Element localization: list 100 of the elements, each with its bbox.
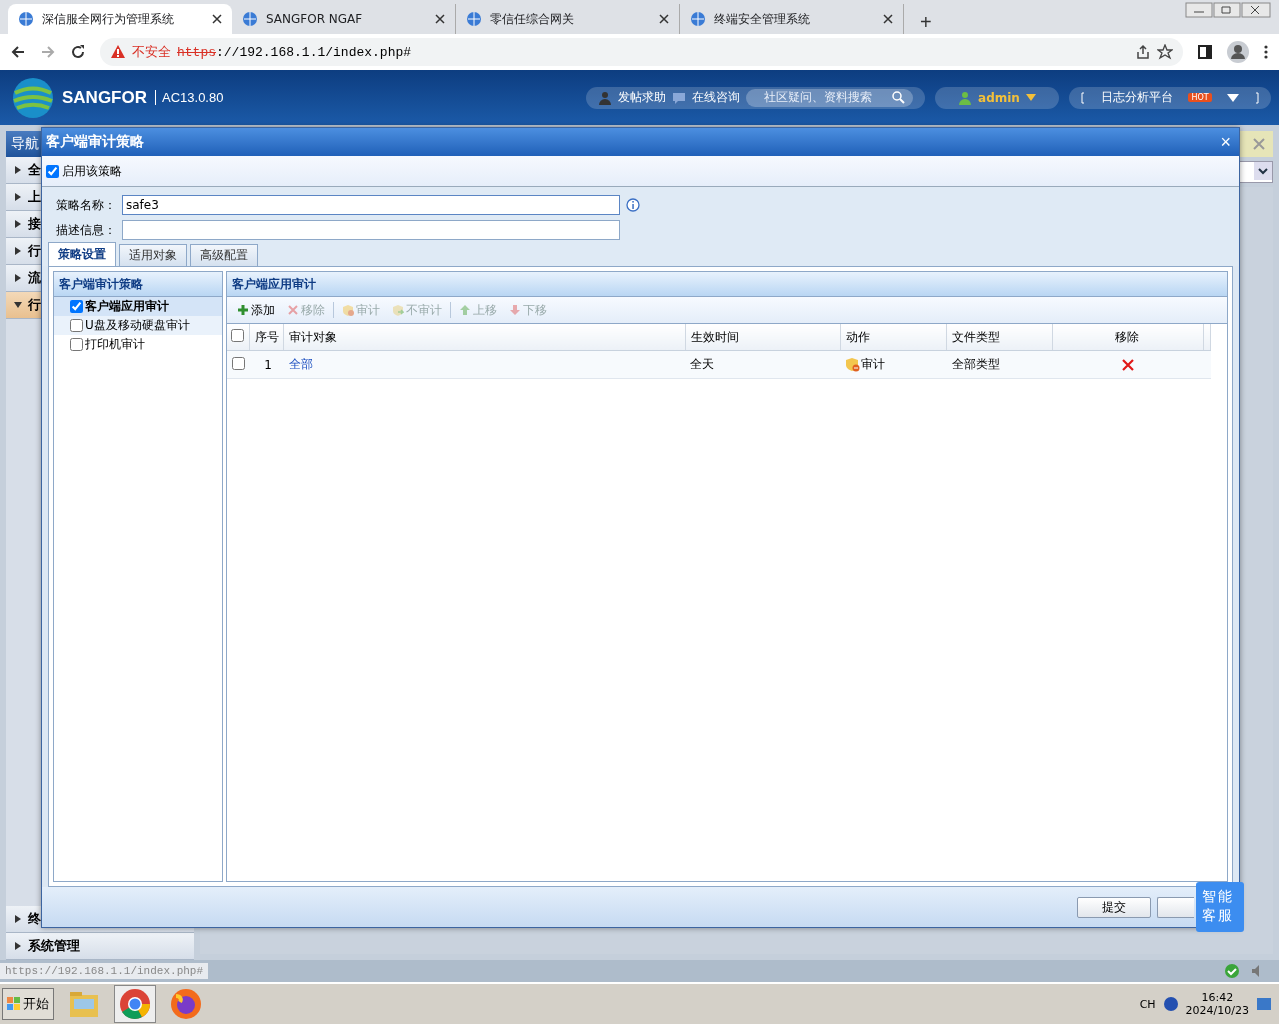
firefox-icon[interactable] (170, 988, 202, 1020)
panel-header: 客户端审计策略 (54, 272, 222, 297)
version-label: AC13.0.80 (155, 90, 224, 105)
checkbox[interactable] (231, 356, 245, 370)
column-header: 序号 (249, 324, 284, 351)
help-link[interactable]: 发帖求助 (618, 89, 666, 106)
globe-icon (18, 11, 34, 27)
column-header: 生效时间 (685, 324, 841, 351)
search-icon[interactable] (892, 91, 905, 104)
policy-item[interactable]: U盘及移动硬盘审计 (54, 316, 222, 335)
check-icon (1225, 964, 1239, 978)
language-indicator[interactable]: CH (1139, 997, 1156, 1011)
table-cell: 全部类型 (946, 350, 1053, 379)
profile-icon[interactable] (1227, 41, 1249, 63)
bracket-left-icon (1081, 91, 1085, 104)
brand-name: SANGFOR (62, 87, 147, 108)
column-header: 动作 (840, 324, 947, 351)
chrome-icon[interactable] (119, 988, 151, 1020)
menu-icon[interactable] (1263, 44, 1269, 60)
checkbox[interactable] (70, 319, 83, 332)
action-label: 审计 (861, 356, 886, 373)
caret-down-icon (14, 301, 22, 309)
table-cell: 1 (249, 350, 284, 379)
dialog-title: 客户端审计策略 (46, 133, 144, 151)
caret-right-icon (14, 915, 22, 923)
tab[interactable]: 高级配置 (190, 244, 258, 266)
caret-right-icon (14, 166, 22, 174)
warning-icon (110, 44, 126, 60)
browser-tab[interactable]: 深信服全网行为管理系统 (8, 4, 232, 34)
policy-item[interactable]: 打印机审计 (54, 335, 222, 354)
table-cell: 全天 (685, 350, 841, 379)
caret-right-icon (14, 274, 22, 282)
field-label: 策略名称： (56, 196, 116, 214)
log-platform-menu[interactable]: 日志分析平台 HOT (1069, 86, 1271, 109)
start-button[interactable]: 开始 (2, 988, 54, 1020)
status-url: https://192.168.1.1/index.php# (0, 963, 209, 979)
consult-link[interactable]: 在线咨询 (692, 89, 740, 106)
input-field[interactable]: safe3 (122, 195, 620, 215)
globe-icon (242, 11, 258, 27)
checkbox[interactable] (231, 329, 245, 342)
clock-time: 16:42 (1201, 991, 1234, 1004)
caret-right-icon (14, 247, 22, 255)
checkbox[interactable] (70, 338, 83, 351)
info-icon (626, 198, 640, 212)
globe-icon (466, 11, 482, 27)
clock-date: 2024/10/23 (1185, 1004, 1249, 1017)
url-text: https://192.168.1.1/index.php# (177, 44, 412, 60)
policy-item[interactable]: 客户端应用审计 (54, 297, 222, 316)
hot-badge: HOT (1188, 93, 1212, 102)
shield-icon (845, 357, 861, 372)
object-link[interactable]: 全部 (288, 357, 313, 371)
checkbox-label: 启用该策略 (62, 162, 122, 180)
panel-header: 客户端应用审计 (227, 272, 1227, 297)
delete-icon[interactable] (1121, 358, 1134, 371)
nav-item[interactable]: 系统管理 (6, 933, 194, 960)
logo-icon (12, 76, 54, 119)
checkbox[interactable] (46, 164, 59, 178)
caret-right-icon (14, 193, 22, 201)
submit-button[interactable]: 提交 (1077, 896, 1151, 918)
user-icon (958, 90, 973, 105)
arrow-down-icon (509, 304, 521, 316)
back-icon[interactable] (10, 44, 26, 60)
caret-right-icon (14, 942, 22, 950)
add-button[interactable]: 添加 (233, 301, 279, 319)
column-header: 移除 (1052, 324, 1204, 351)
chat-icon (672, 91, 686, 104)
caret-icon (1025, 94, 1036, 101)
chevron-down-icon (1254, 162, 1272, 180)
person-icon (598, 90, 612, 105)
window-controls-icon[interactable] (1185, 2, 1271, 18)
reload-icon[interactable] (70, 44, 86, 60)
shield-icon (392, 304, 404, 316)
star-icon[interactable] (1157, 44, 1173, 60)
globe-icon (690, 11, 706, 27)
security-label: 不安全 (132, 43, 171, 61)
field-label: 描述信息： (56, 221, 116, 239)
dialog-button[interactable] (1157, 896, 1194, 918)
input-field[interactable] (122, 220, 620, 240)
address-bar[interactable]: 不安全 https://192.168.1.1/index.php# (100, 38, 1183, 66)
tab[interactable]: 策略设置 (48, 242, 116, 266)
cross-icon (287, 304, 299, 316)
close-button[interactable]: × (1220, 131, 1231, 153)
close-icon[interactable] (659, 14, 669, 24)
windows-logo-icon (7, 997, 21, 1011)
new-tab-button[interactable]: + (914, 11, 938, 34)
caret-icon (1227, 93, 1240, 102)
side-panel-icon[interactable] (1197, 44, 1213, 60)
share-icon[interactable] (1135, 44, 1151, 60)
tab[interactable]: 适用对象 (119, 244, 187, 266)
arrow-up-icon (459, 304, 471, 316)
plus-icon (237, 304, 249, 316)
close-icon[interactable] (435, 14, 445, 24)
forward-icon[interactable] (40, 44, 56, 60)
column-header: 文件类型 (946, 324, 1053, 351)
close-icon[interactable] (883, 14, 893, 24)
help-icon[interactable] (1163, 997, 1178, 1011)
caret-right-icon (14, 220, 22, 228)
checkbox[interactable] (70, 300, 83, 313)
close-icon[interactable] (212, 14, 222, 24)
bracket-right-icon (1254, 91, 1259, 104)
